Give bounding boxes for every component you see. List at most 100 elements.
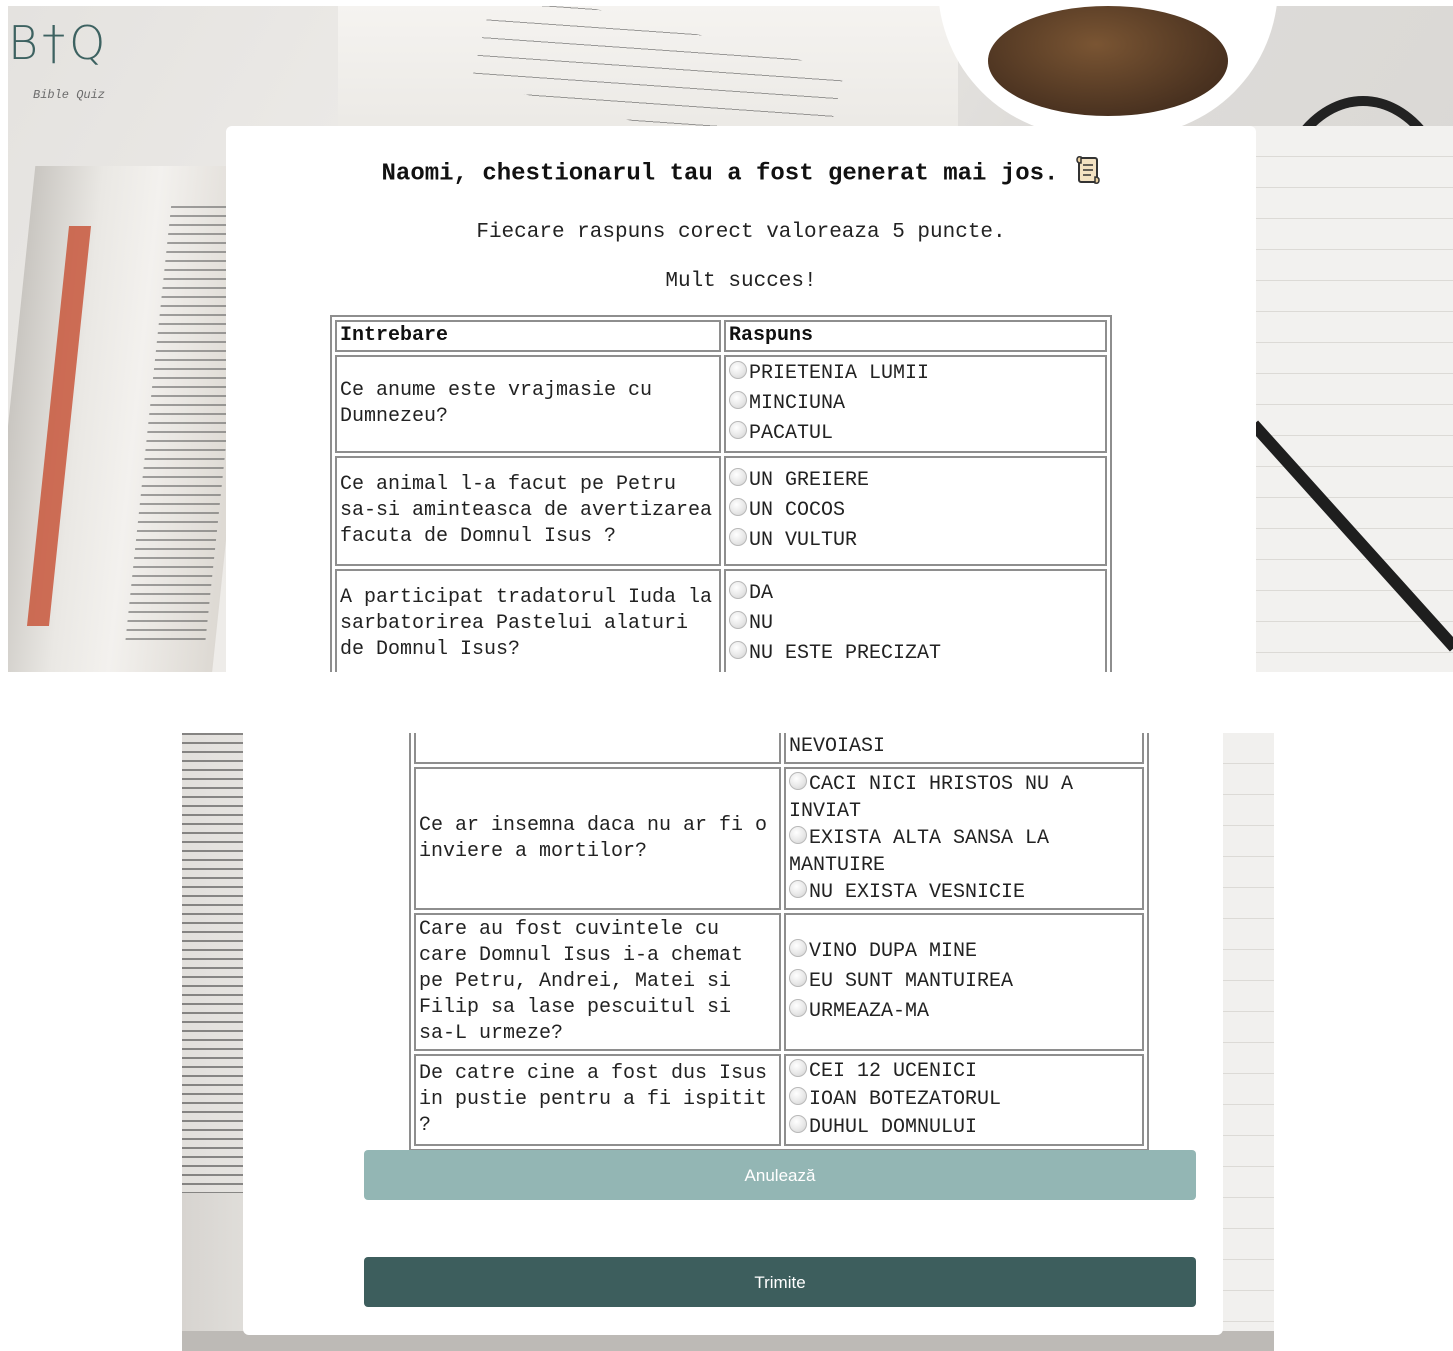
table-row: Ce anume este vrajmasie cu Dumnezeu? PRI… [335, 355, 1107, 453]
bible-bookmark-ribbon [26, 226, 92, 626]
quiz-title-text: Naomi, chestionarul tau a fost generat m… [381, 160, 1059, 188]
answer-option[interactable]: UN VULTUR [729, 526, 1102, 556]
answer-option[interactable]: UN COCOS [729, 496, 1102, 526]
radio-button[interactable] [789, 939, 807, 957]
option-label: UN COCOS [749, 499, 846, 522]
table-row: Ce animal l-a facut pe Petru sa-si amint… [335, 456, 1107, 566]
option-label: PRIETENIA LUMII [749, 362, 930, 385]
radio-button[interactable] [789, 1059, 807, 1077]
answer-option[interactable]: NU EXISTA VESNICIE [789, 879, 1139, 906]
radio-button[interactable] [729, 468, 747, 486]
option-label: DA [749, 582, 774, 605]
answer-option[interactable]: MINCIUNA [729, 389, 1102, 419]
answer-option[interactable]: PRIETENIA LUMII [729, 359, 1102, 389]
site-logo[interactable]: B†Q Bible Quiz [8, 16, 148, 102]
answer-option[interactable]: URMEAZA-MA [789, 997, 1139, 1027]
table-row-cut: NEVOIASI [414, 733, 1144, 764]
radio-button[interactable] [729, 581, 747, 599]
answer-options: DA NU NU ESTE PRECIZAT [724, 569, 1107, 679]
option-label: EU SUNT MANTUIREA [809, 970, 1014, 993]
answer-option-cut: NEVOIASI [784, 733, 1144, 764]
answer-options: PRIETENIA LUMII MINCIUNA PACATUL [724, 355, 1107, 453]
question-text-cut [414, 733, 781, 764]
option-label: MINCIUNA [749, 392, 846, 415]
scroll-icon [1076, 155, 1101, 185]
option-label: NU EXISTA VESNICIE [809, 881, 1026, 904]
question-text: Ce ar insemna daca nu ar fi o inviere a … [414, 767, 781, 910]
radio-button[interactable] [729, 361, 747, 379]
question-text: Ce anume este vrajmasie cu Dumnezeu? [335, 355, 721, 453]
answer-options: UN GREIERE UN COCOS UN VULTUR [724, 456, 1107, 566]
table-row: A participat tradatorul Iuda la sarbator… [335, 569, 1107, 679]
background-notebook [1238, 126, 1453, 672]
answer-option[interactable]: UN GREIERE [729, 466, 1102, 496]
quiz-title: Naomi, chestionarul tau a fost generat m… [226, 155, 1256, 188]
answer-options: CEI 12 UCENICI IOAN BOTEZATORUL DUHUL DO… [784, 1054, 1144, 1146]
radio-button[interactable] [789, 969, 807, 987]
table-row: De catre cine a fost dus Isus in pustie … [414, 1054, 1144, 1146]
coffee [988, 6, 1228, 116]
table-row: Care au fost cuvintele cu care Domnul Is… [414, 913, 1144, 1051]
answer-options: VINO DUPA MINE EU SUNT MANTUIREA URMEAZA… [784, 913, 1144, 1051]
option-label: UN VULTUR [749, 529, 858, 552]
radio-button[interactable] [729, 421, 747, 439]
answer-option[interactable]: NU [729, 609, 1102, 639]
screenshot-gap [0, 672, 1453, 733]
submit-button[interactable]: Trimite [364, 1257, 1196, 1307]
option-label: VINO DUPA MINE [809, 940, 978, 963]
radio-button[interactable] [729, 641, 747, 659]
radio-button[interactable] [789, 772, 807, 790]
background-bible-page [182, 733, 244, 1193]
option-label: NU [749, 612, 774, 635]
answer-option[interactable]: EXISTA ALTA SANSA LA MANTUIRE [789, 825, 1139, 879]
answer-option[interactable]: EU SUNT MANTUIREA [789, 967, 1139, 997]
logo-subtitle: Bible Quiz [33, 88, 106, 102]
answer-option[interactable]: NU ESTE PRECIZAT [729, 639, 1102, 669]
question-text: Care au fost cuvintele cu care Domnul Is… [414, 913, 781, 1051]
background-coffee-cup [938, 6, 1278, 136]
quiz-table-continued: NEVOIASI Ce ar insemna daca nu ar fi o i… [409, 733, 1149, 1151]
question-text: De catre cine a fost dus Isus in pustie … [414, 1054, 781, 1146]
table-header-row: Intrebare Raspuns [335, 320, 1107, 352]
table-row: Ce ar insemna daca nu ar fi o inviere a … [414, 767, 1144, 910]
good-luck-text: Mult succes! [665, 270, 817, 293]
bottom-screenshot: NEVOIASI Ce ar insemna daca nu ar fi o i… [182, 733, 1274, 1351]
radio-button[interactable] [789, 826, 807, 844]
column-header-question: Intrebare [335, 320, 721, 352]
logo-mark: B†Q [8, 16, 110, 70]
option-label: NU ESTE PRECIZAT [749, 642, 942, 665]
radio-button[interactable] [789, 1087, 807, 1105]
option-label: EXISTA ALTA SANSA LA MANTUIRE [789, 827, 1050, 877]
answer-options: CACI NICI HRISTOS NU A INVIAT EXISTA ALT… [784, 767, 1144, 910]
question-text: Ce animal l-a facut pe Petru sa-si amint… [335, 456, 721, 566]
background-handwritten-notes [338, 6, 958, 169]
points-info: Fiecare raspuns corect valoreaza 5 punct… [476, 221, 1006, 244]
radio-button[interactable] [729, 391, 747, 409]
option-label: DUHUL DOMNULUI [809, 1116, 978, 1139]
background-notebook [1219, 733, 1274, 1351]
radio-button[interactable] [789, 880, 807, 898]
quiz-table: Intrebare Raspuns Ce anume este vrajmasi… [330, 315, 1112, 684]
radio-button[interactable] [789, 999, 807, 1017]
option-label: UN GREIERE [749, 469, 870, 492]
column-header-answer: Raspuns [724, 320, 1107, 352]
option-label: CACI NICI HRISTOS NU A INVIAT [789, 773, 1074, 823]
answer-option[interactable]: CEI 12 UCENICI [789, 1058, 1139, 1086]
cancel-button[interactable]: Anulează [364, 1150, 1196, 1200]
question-text: A participat tradatorul Iuda la sarbator… [335, 569, 721, 679]
answer-option[interactable]: DA [729, 579, 1102, 609]
option-label: CEI 12 UCENICI [809, 1060, 978, 1083]
option-label: IOAN BOTEZATORUL [809, 1088, 1002, 1111]
answer-option[interactable]: PACATUL [729, 419, 1102, 449]
quiz-card-bottom: NEVOIASI Ce ar insemna daca nu ar fi o i… [243, 733, 1223, 1335]
radio-button[interactable] [729, 528, 747, 546]
answer-option[interactable]: IOAN BOTEZATORUL [789, 1086, 1139, 1114]
answer-option[interactable]: CACI NICI HRISTOS NU A INVIAT [789, 771, 1139, 825]
radio-button[interactable] [729, 498, 747, 516]
radio-button[interactable] [729, 611, 747, 629]
option-label: PACATUL [749, 422, 834, 445]
option-label: URMEAZA-MA [809, 1000, 930, 1023]
radio-button[interactable] [789, 1115, 807, 1133]
answer-option[interactable]: VINO DUPA MINE [789, 937, 1139, 967]
answer-option[interactable]: DUHUL DOMNULUI [789, 1114, 1139, 1142]
